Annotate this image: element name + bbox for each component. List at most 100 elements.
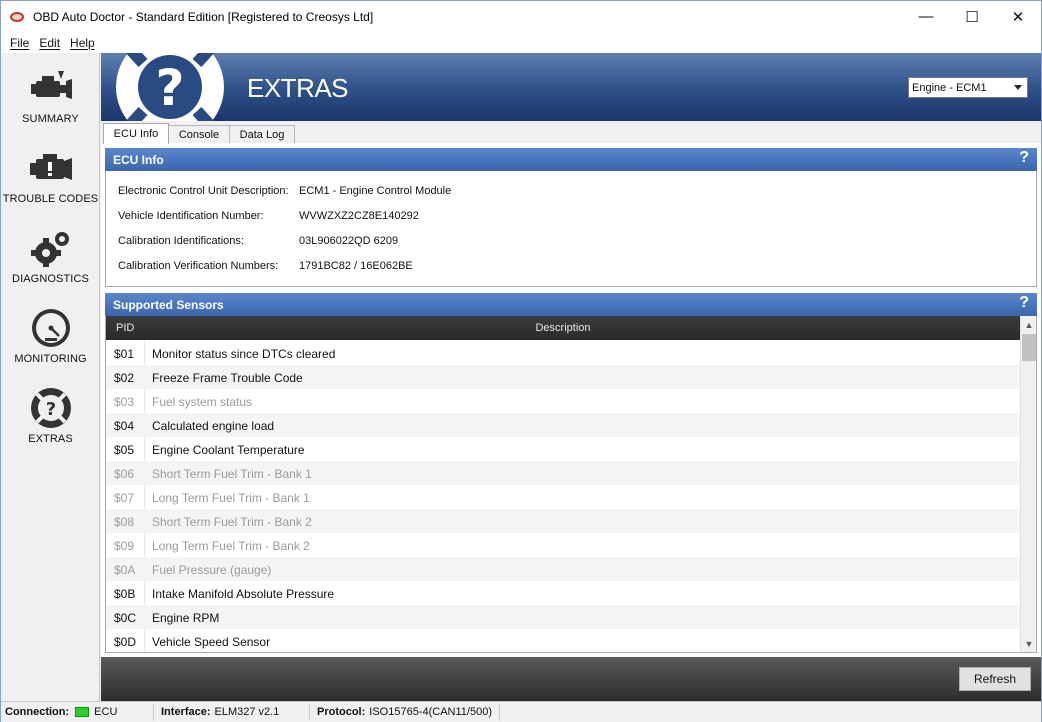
description-cell: Calculated engine load [152, 419, 275, 433]
status-bar: Connection: ECU Interface: ELM327 v2.1 P… [1, 701, 1041, 722]
window-controls: — ☐ ✕ [903, 1, 1041, 32]
scroll-up-icon[interactable]: ▲ [1021, 316, 1036, 333]
pid-cell: $0B [114, 587, 136, 601]
menu-help[interactable]: Help [65, 36, 100, 50]
table-row[interactable]: $06 Short Term Fuel Trim - Bank 1 [106, 461, 1020, 485]
pid-cell: $0C [114, 611, 137, 625]
pid-cell: $02 [114, 371, 135, 385]
sidebar-item-label: MONITORING [14, 353, 87, 365]
status-protocol-value: ISO15765-4(CAN11/500) [369, 706, 492, 718]
description-cell: Short Term Fuel Trim - Bank 2 [152, 515, 312, 529]
description-cell: Engine RPM [152, 611, 220, 625]
description-cell: Monitor status since DTCs cleared [152, 347, 336, 361]
menu-file[interactable]: File [5, 36, 34, 50]
tab-console[interactable]: Console [168, 125, 230, 143]
status-protocol: Protocol: ISO15765-4(CAN11/500) [317, 706, 492, 718]
refresh-button[interactable]: Refresh [959, 667, 1031, 691]
pid-cell: $03 [114, 395, 135, 409]
maximize-button[interactable]: ☐ [949, 1, 995, 32]
connection-led-icon [75, 707, 90, 717]
table-row[interactable]: $03 Fuel system status [106, 389, 1020, 413]
table-row[interactable]: $02 Freeze Frame Trouble Code [106, 365, 1020, 389]
scroll-down-icon[interactable]: ▼ [1021, 635, 1036, 652]
status-interface: Interface: ELM327 v2.1 [161, 706, 279, 718]
pid-cell: $0A [114, 563, 136, 577]
sensors-grid: Description PID $01 Monitor status since … [105, 316, 1037, 653]
pid-cell: $07 [114, 491, 135, 505]
status-connection-label: Connection: [5, 706, 70, 718]
table-row[interactable]: $0A Fuel Pressure (gauge) [106, 557, 1020, 581]
column-header-pid[interactable]: PID [116, 322, 134, 334]
column-header-description[interactable]: Description [106, 322, 1020, 334]
sensors-header: Supported Sensors ? [105, 293, 1037, 316]
menu-edit[interactable]: Edit [34, 36, 65, 50]
extras-logo-icon: ? [115, 53, 225, 121]
scroll-thumb[interactable] [1022, 334, 1036, 361]
status-interface-value: ELM327 v2.1 [214, 706, 280, 718]
app-logo-icon [9, 9, 25, 25]
table-row[interactable]: $04 Calculated engine load [106, 413, 1020, 437]
info-row: Electronic Control Unit Description: ECM… [118, 185, 451, 199]
table-row[interactable]: $08 Short Term Fuel Trim - Bank 2 [106, 509, 1020, 533]
page-title: EXTRAS [247, 73, 349, 103]
tab-label: Data Log [239, 128, 285, 141]
description-cell: Engine Coolant Temperature [152, 443, 305, 457]
sensors-help-icon[interactable]: ? [1019, 294, 1029, 312]
ecu-info-help-icon[interactable]: ? [1019, 149, 1029, 167]
page-header: ? EXTRAS Engine - ECM1 [101, 53, 1041, 121]
sidebar-item-trouble-codes[interactable]: TROUBLE CODES [1, 139, 100, 217]
tab-data-log[interactable]: Data Log [229, 125, 295, 143]
description-cell: Intake Manifold Absolute Pressure [152, 587, 335, 601]
table-row[interactable]: $09 Long Term Fuel Trim - Bank 2 [106, 533, 1020, 557]
sidebar: SUMMARY TROUBLE CODES DIAGNOSTICS MONITO… [1, 53, 100, 701]
chevron-down-icon [1014, 85, 1022, 90]
pid-cell: $05 [114, 443, 135, 457]
table-row[interactable]: $0D Vehicle Speed Sensor [106, 629, 1020, 652]
pid-cell: $06 [114, 467, 135, 481]
vertical-scrollbar[interactable]: ▲ ▼ [1020, 316, 1036, 652]
table-row[interactable]: $05 Engine Coolant Temperature [106, 437, 1020, 461]
table-row[interactable]: $0B Intake Manifold Absolute Pressure [106, 581, 1020, 605]
info-row: Calibration Verification Numbers: 1791BC… [118, 260, 413, 274]
help-circle-icon: ? [28, 387, 74, 429]
sidebar-item-summary[interactable]: SUMMARY [1, 59, 100, 137]
app-window: OBD Auto Doctor - Standard Edition [Regi… [0, 0, 1042, 722]
description-cell: Short Term Fuel Trim - Bank 1 [152, 467, 312, 481]
ecu-select-dropdown[interactable]: Engine - ECM1 [908, 77, 1028, 98]
info-value: 03L906022QD 6209 [299, 235, 399, 247]
info-value: WVWZXZ2CZ8E140292 [299, 210, 419, 222]
status-divider [499, 704, 500, 721]
sensors-title: Supported Sensors [113, 297, 224, 312]
tab-ecu-info[interactable]: ECU Info [103, 123, 169, 144]
info-label: Calibration Verification Numbers: [118, 260, 279, 272]
info-label: Electronic Control Unit Description: [118, 185, 289, 197]
description-cell: Freeze Frame Trouble Code [152, 371, 303, 385]
sidebar-item-monitoring[interactable]: MONITORING [1, 299, 100, 377]
info-row: Calibration Identifications: 03L906022QD… [118, 235, 398, 249]
engine-icon [28, 67, 74, 109]
minimize-button[interactable]: — [903, 1, 949, 32]
info-value: 1791BC82 / 16E062BE [299, 260, 413, 272]
sidebar-item-label: EXTRAS [28, 433, 73, 445]
title-bar: OBD Auto Doctor - Standard Edition [Regi… [1, 1, 1041, 32]
table-row[interactable]: $01 Monitor status since DTCs cleared [106, 341, 1020, 365]
table-row[interactable]: $07 Long Term Fuel Trim - Bank 1 [106, 485, 1020, 509]
status-protocol-label: Protocol: [317, 706, 366, 718]
sidebar-item-diagnostics[interactable]: DIAGNOSTICS [1, 219, 100, 297]
close-button[interactable]: ✕ [995, 1, 1041, 32]
status-interface-label: Interface: [161, 706, 211, 718]
sidebar-item-label: DIAGNOSTICS [12, 273, 89, 285]
ecu-info-panel: Electronic Control Unit Description: ECM… [105, 171, 1037, 287]
ecu-info-header: ECU Info ? [105, 148, 1037, 171]
info-row: Vehicle Identification Number: WVWZXZ2CZ… [118, 210, 419, 224]
sidebar-item-extras[interactable]: ? EXTRAS [1, 379, 100, 457]
info-label: Vehicle Identification Number: [118, 210, 264, 222]
status-connection: Connection: ECU [5, 706, 117, 718]
table-row[interactable]: $0C Engine RPM [106, 605, 1020, 629]
ecu-info-title: ECU Info [113, 152, 164, 167]
pid-cell: $09 [114, 539, 135, 553]
gears-icon [28, 227, 74, 269]
footer-bar: Refresh [101, 657, 1041, 701]
gauge-icon [28, 307, 74, 349]
status-divider [153, 704, 154, 721]
